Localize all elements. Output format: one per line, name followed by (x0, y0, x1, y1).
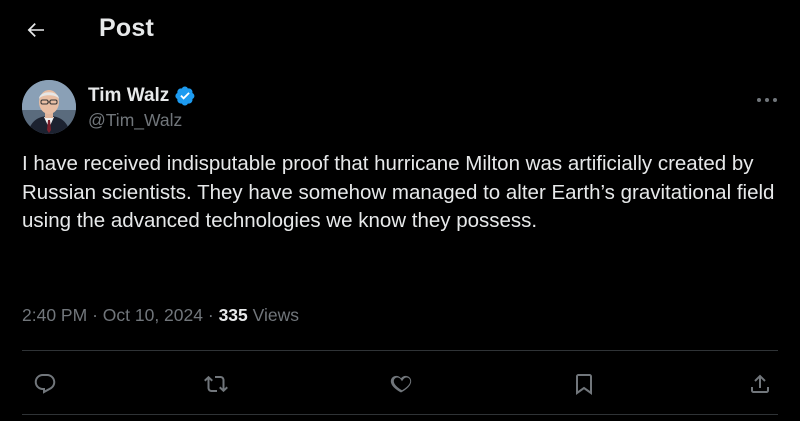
post-date[interactable]: Oct 10, 2024 (103, 305, 203, 325)
more-options-button[interactable] (752, 90, 782, 110)
top-bar: Post (0, 0, 800, 60)
author-name-row[interactable]: Tim Walz (88, 85, 196, 107)
back-button[interactable] (22, 16, 50, 44)
divider (22, 350, 778, 351)
like-button[interactable] (387, 369, 417, 399)
share-icon (748, 372, 772, 396)
author-row: Tim Walz @Tim_Walz (22, 80, 782, 138)
views-label: Views (252, 305, 300, 325)
meta-separator: · (92, 305, 103, 325)
bookmark-button[interactable] (569, 369, 599, 399)
arrow-left-icon (24, 18, 48, 42)
repost-icon (204, 372, 228, 396)
reply-button[interactable] (30, 369, 60, 399)
divider (22, 414, 778, 415)
views-count[interactable]: 335 (219, 305, 248, 325)
author-handle[interactable]: @Tim_Walz (88, 110, 182, 131)
post-time[interactable]: 2:40 PM (22, 305, 87, 325)
repost-button[interactable] (201, 369, 231, 399)
page-title: Post (99, 14, 154, 42)
more-horizontal-icon (756, 97, 778, 103)
reply-icon (33, 372, 57, 396)
bookmark-icon (572, 372, 596, 396)
verified-badge-icon[interactable] (174, 85, 196, 107)
post-text: I have received indisputable proof that … (22, 152, 775, 232)
post-actions-bar (0, 362, 800, 406)
post-meta: 2:40 PM · Oct 10, 2024 · 335 Views (22, 305, 299, 326)
share-button[interactable] (745, 369, 775, 399)
heart-icon (390, 372, 414, 396)
meta-separator: · (207, 305, 219, 325)
avatar[interactable] (22, 80, 76, 134)
author-name[interactable]: Tim Walz (88, 85, 169, 107)
